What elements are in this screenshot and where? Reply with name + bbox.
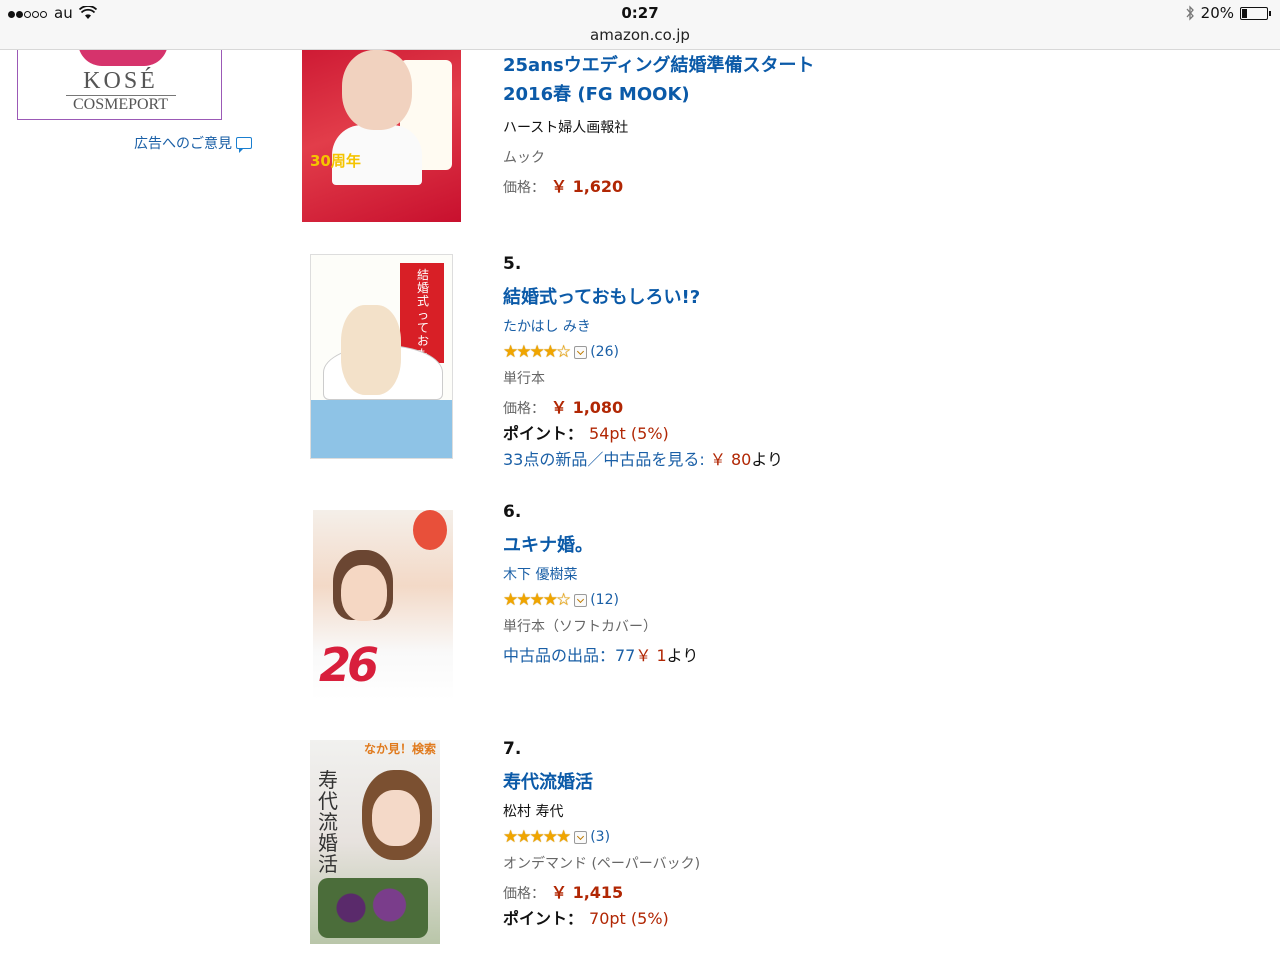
points-label: ポイント： bbox=[503, 909, 584, 928]
product-rank: 5. bbox=[503, 254, 522, 274]
cover-title: 寿代流婚活 bbox=[318, 768, 338, 876]
product-rank: 6. bbox=[503, 502, 522, 522]
rating-count[interactable]: (3) bbox=[590, 829, 610, 845]
product-cover-yukina[interactable]: 26 bbox=[313, 510, 453, 700]
price-label: 価格： bbox=[503, 180, 545, 196]
product-format: 単行本（ソフトカバー） bbox=[503, 619, 657, 635]
offers-price: ￥ 1 bbox=[635, 646, 667, 665]
ad-feedback-label: 広告へのご意見 bbox=[134, 136, 232, 152]
star-rating-icon: ★★★★☆ bbox=[503, 590, 571, 610]
points-value: 54pt (5%) bbox=[589, 424, 669, 443]
battery-icon bbox=[1240, 6, 1271, 20]
star-rating-icon: ★★★★★ bbox=[503, 827, 571, 847]
product-title[interactable]: 25ansウエディング結婚準備スタート 2016春 (FG MOOK) bbox=[503, 51, 814, 109]
speech-bubble-icon bbox=[236, 137, 252, 153]
product-format: オンデマンド (ペーパーバック) bbox=[503, 856, 701, 872]
cover-bride bbox=[341, 305, 401, 395]
offers-suffix: より bbox=[666, 646, 699, 665]
cover-badge: 30周年 bbox=[310, 152, 361, 170]
status-bar: au 0:27 amazon.co.jp 20% bbox=[0, 0, 1280, 50]
ad-subbrand: COSMEPORT bbox=[72, 96, 169, 113]
list-item: 6. ユキナ婚。 木下 優樹菜 ★★★★☆ (12) 単行本（ソフトカバー） 中… bbox=[503, 502, 698, 666]
points-row: ポイント： 54pt (5%) bbox=[503, 420, 783, 444]
rating-row: ★★★★☆ (26) bbox=[503, 342, 783, 362]
product-author: 松村 寿代 bbox=[503, 804, 564, 820]
price-row: 価格： ￥ 1,080 bbox=[503, 394, 783, 418]
cover-balloon bbox=[413, 510, 447, 550]
product-author[interactable]: 木下 優樹菜 bbox=[503, 564, 698, 584]
rating-count[interactable]: (12) bbox=[590, 592, 619, 608]
cover-number: 26 bbox=[319, 638, 379, 692]
product-cover-kekkon[interactable]: 結婚式っておもしろい!? bbox=[310, 254, 453, 459]
cover-search-inside-badge: なか見！検索 bbox=[364, 742, 437, 756]
offers-link[interactable]: 33点の新品／中古品を見る: bbox=[503, 450, 705, 469]
price-value: ￥ 1,415 bbox=[551, 883, 624, 902]
battery-percent: 20% bbox=[1200, 4, 1234, 22]
ad-brand: KOSÉ bbox=[83, 68, 158, 94]
ad-feedback-link[interactable]: 広告へのご意見 bbox=[134, 133, 252, 153]
offers-price: ￥ 80 bbox=[709, 450, 752, 469]
price-label: 価格： bbox=[503, 401, 545, 417]
offers-suffix: より bbox=[751, 450, 783, 469]
cover-face bbox=[341, 565, 387, 621]
price-value: ￥ 1,080 bbox=[551, 398, 624, 417]
clock: 0:27 bbox=[621, 4, 659, 22]
bluetooth-icon bbox=[1186, 5, 1194, 21]
product-cover-kotobuki[interactable]: なか見！検索 寿代流婚活 bbox=[310, 740, 440, 944]
rating-row: ★★★★☆ (12) bbox=[503, 590, 698, 610]
product-title[interactable]: 結婚式っておもしろい!? bbox=[503, 283, 783, 312]
list-item: 25ansウエディング結婚準備スタート 2016春 (FG MOOK) ハースト婦… bbox=[503, 51, 814, 197]
status-right: 20% bbox=[1185, 4, 1271, 22]
product-author: ハースト婦人画報社 bbox=[503, 120, 629, 136]
address-bar[interactable]: amazon.co.jp bbox=[0, 26, 1280, 44]
product-cover-25ans[interactable]: 30周年 bbox=[302, 20, 461, 222]
rating-row: ★★★★★ (3) bbox=[503, 827, 700, 847]
price-row: 価格： ￥ 1,620 bbox=[503, 173, 814, 197]
offers-row: 33点の新品／中古品を見る: ￥ 80より bbox=[503, 446, 783, 470]
rating-dropdown-icon[interactable] bbox=[574, 830, 588, 844]
points-value: 70pt (5%) bbox=[589, 909, 669, 928]
offers-link[interactable]: 中古品の出品：77 bbox=[503, 646, 635, 665]
rating-count[interactable]: (26) bbox=[590, 344, 619, 360]
cover-face bbox=[372, 790, 420, 846]
product-title[interactable]: ユキナ婚。 bbox=[503, 531, 698, 560]
price-value: ￥ 1,620 bbox=[551, 177, 624, 196]
product-format: 単行本 bbox=[503, 371, 545, 387]
list-item: 7. 寿代流婚活 松村 寿代 ★★★★★ (3) オンデマンド (ペーパーバック… bbox=[503, 739, 700, 929]
battery-fill bbox=[1242, 8, 1247, 18]
rating-dropdown-icon[interactable] bbox=[574, 345, 588, 359]
star-rating-icon: ★★★★☆ bbox=[503, 342, 571, 362]
product-title[interactable]: 寿代流婚活 bbox=[503, 768, 700, 797]
product-format: ムック bbox=[503, 150, 545, 166]
offers-row: 中古品の出品：77￥ 1より bbox=[503, 642, 698, 666]
title-line-2: 2016春 (FG MOOK) bbox=[503, 84, 690, 105]
cover-blue-band bbox=[311, 400, 452, 458]
price-row: 価格： ￥ 1,415 bbox=[503, 879, 700, 903]
product-rank: 7. bbox=[503, 739, 522, 759]
points-row: ポイント： 70pt (5%) bbox=[503, 905, 700, 929]
points-label: ポイント： bbox=[503, 424, 584, 443]
cover-flowers bbox=[318, 878, 428, 938]
product-author[interactable]: たかはし みき bbox=[503, 316, 783, 336]
cover-face bbox=[342, 50, 412, 130]
list-item: 5. 結婚式っておもしろい!? たかはし みき ★★★★☆ (26) 単行本 価… bbox=[503, 254, 783, 470]
price-label: 価格： bbox=[503, 886, 545, 902]
rating-dropdown-icon[interactable] bbox=[574, 593, 588, 607]
title-line-1: 25ansウエディング結婚準備スタート bbox=[503, 55, 815, 76]
